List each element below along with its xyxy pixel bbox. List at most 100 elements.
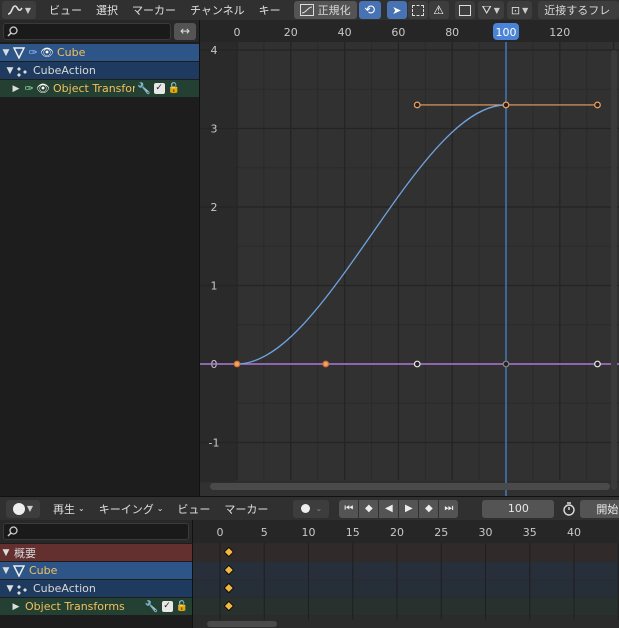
pin-icon[interactable]: ✑ — [22, 82, 36, 96]
wrench-icon[interactable]: 🔧 — [145, 600, 159, 613]
dopesheet-tick-label: 30 — [479, 526, 493, 539]
warning-button[interactable]: ⚠ — [428, 1, 449, 19]
cursor-icon: ➤ — [392, 3, 402, 17]
menu-key[interactable]: キー — [252, 0, 288, 20]
frame-view-icon — [458, 4, 471, 16]
value-tick-label: 3 — [211, 123, 218, 136]
snap-dropdown[interactable]: 近接するフレ — [538, 1, 619, 19]
menu-marker[interactable]: マーカー — [125, 0, 183, 20]
menu-timeline-view[interactable]: ビュー — [170, 499, 217, 519]
menu-channel[interactable]: チャンネル — [183, 0, 252, 20]
pivot-dropdown[interactable]: ⊡ ▼ — [506, 1, 533, 19]
dopesheet-tick-label: 35 — [523, 526, 537, 539]
playback-controls: ⏮ ◆ ◀ ▶ ◆ ⏭ — [339, 499, 459, 518]
wrench-icon[interactable]: 🔧 — [137, 82, 151, 95]
prev-keyframe-button[interactable]: ◆ — [359, 499, 379, 518]
dopesheet-search-input[interactable] — [3, 523, 189, 540]
timeline-header: ▼ 再生 ⌄ キーイング ⌄ ビュー マーカー ⌄ ⏮ ◆ ◀ ▶ ◆ ⏭ 10… — [0, 496, 619, 520]
keyframe-point — [322, 360, 330, 368]
filter-dropdown[interactable]: ⛛ ▼ — [477, 1, 504, 19]
stopwatch-button[interactable] — [560, 500, 578, 518]
play-reverse-button[interactable]: ◀ — [379, 499, 399, 518]
menu-keying[interactable]: キーイング ⌄ — [92, 499, 171, 519]
dopesheet-ruler — [193, 520, 619, 543]
jump-start-button[interactable]: ⏮ — [339, 499, 359, 518]
record-button[interactable]: ⌄ — [293, 499, 330, 518]
graph-area[interactable]: 02040608012043210-1100 — [200, 20, 619, 496]
graph-editor-header: ▼ ビュー 選択 マーカー チャンネル キー 正規化 ⟲ ➤ ⚠ ⛛ ▼ ⊡ ▼… — [0, 0, 619, 20]
dopesheet-row-object-transforms[interactable]: ▶ Object Transforms 🔧 ✓ 🔓 — [0, 598, 192, 615]
eye-icon[interactable]: 👁 — [40, 46, 54, 60]
menu-keying-label: キーイング — [98, 502, 154, 516]
dopesheet-row-cube[interactable]: ▼ Cube — [0, 562, 192, 579]
channel-row-object-transforms[interactable]: ▶ ✑ 👁 Object Transfor 🔧 ✓ 🔓 — [0, 80, 199, 97]
channel-label: Cube — [29, 564, 58, 577]
dopesheet-area[interactable]: 0 5 10 15 20 25 30 35 40 — [193, 520, 619, 628]
menu-select[interactable]: 選択 — [89, 0, 125, 20]
dopesheet-row-band — [193, 580, 619, 597]
expand-icon[interactable]: ▶ — [10, 84, 22, 94]
graph-curve-icon — [7, 5, 23, 15]
search-icon — [7, 25, 18, 37]
frame-tick-label: 40 — [338, 26, 352, 39]
dopesheet-row-band — [193, 544, 619, 561]
channel-label: Object Transforms — [25, 600, 125, 613]
keyframe-point — [594, 101, 601, 109]
expand-icon[interactable]: ▼ — [0, 48, 12, 58]
expand-icon[interactable]: ▼ — [4, 66, 16, 76]
dopesheet-tick-label: 10 — [302, 526, 316, 539]
swap-button[interactable]: ↔ — [174, 22, 196, 40]
pin-icon[interactable]: ✑ — [26, 46, 40, 60]
channel-label: CubeAction — [33, 582, 96, 595]
frame-tick-label: 60 — [391, 26, 405, 39]
object-data-icon — [12, 46, 26, 60]
jump-end-button[interactable]: ⏭ — [439, 499, 459, 518]
expand-icon[interactable]: ▼ — [4, 584, 16, 594]
menu-timeline-marker[interactable]: マーカー — [217, 499, 275, 519]
stopwatch-icon — [563, 501, 576, 516]
box-select-button[interactable] — [407, 1, 428, 19]
menu-view[interactable]: ビュー — [42, 0, 89, 20]
play-button[interactable]: ▶ — [399, 499, 419, 518]
editor-type-button[interactable]: ▼ — [2, 1, 36, 19]
current-frame-field[interactable]: 100 — [482, 499, 555, 518]
dopesheet-row-summary[interactable]: ▼ 概要 — [0, 544, 192, 561]
value-tick-label: 4 — [211, 44, 218, 57]
sync-button[interactable]: ⟲ — [358, 1, 381, 19]
action-icon — [16, 64, 30, 78]
enable-checkbox[interactable]: ✓ — [161, 601, 173, 612]
view-button[interactable] — [454, 1, 475, 19]
dopesheet-tick-label: 40 — [567, 526, 581, 539]
keyframe-point — [413, 360, 421, 368]
jump-start-icon: ⏮ — [344, 503, 354, 514]
next-keyframe-button[interactable]: ◆ — [419, 499, 439, 518]
graph-background — [200, 20, 619, 496]
search-icon — [7, 526, 18, 537]
lock-icon[interactable]: 🔓 — [168, 83, 180, 94]
summary-label: 概要 — [14, 546, 36, 560]
channel-search-row: ↔ — [0, 20, 199, 42]
timeline-editor-type-button[interactable]: ▼ — [6, 499, 40, 518]
chevron-down-icon: ⌄ — [78, 504, 85, 513]
channel-row-cube[interactable]: ▼ ✑ 👁 Cube — [0, 44, 199, 61]
normalize-button[interactable]: 正規化 — [293, 1, 357, 19]
channel-search-input[interactable] — [3, 22, 171, 40]
value-ruler — [200, 42, 236, 482]
box-select-icon — [411, 4, 424, 16]
expand-icon[interactable]: ▼ — [0, 548, 12, 558]
horizontal-scrollbar — [210, 483, 610, 490]
dopesheet-row-cubeaction[interactable]: ▼ CubeAction — [0, 580, 192, 597]
dopesheet-search-row — [0, 520, 192, 543]
select-tool-button[interactable]: ➤ — [386, 1, 407, 19]
channel-row-cubeaction[interactable]: ▼ CubeAction — [0, 62, 199, 79]
jump-end-icon: ⏭ — [444, 503, 454, 514]
start-frame-field[interactable]: 開始 — [580, 499, 619, 518]
keyframe-point — [594, 360, 601, 368]
value-tick-label: -1 — [209, 437, 220, 450]
menu-playback[interactable]: 再生 ⌄ — [46, 499, 92, 519]
expand-icon[interactable]: ▼ — [0, 566, 12, 576]
expand-icon[interactable]: ▶ — [10, 602, 22, 612]
enable-checkbox[interactable]: ✓ — [153, 83, 165, 94]
eye-icon[interactable]: 👁 — [36, 82, 50, 96]
lock-icon[interactable]: 🔓 — [176, 601, 188, 612]
